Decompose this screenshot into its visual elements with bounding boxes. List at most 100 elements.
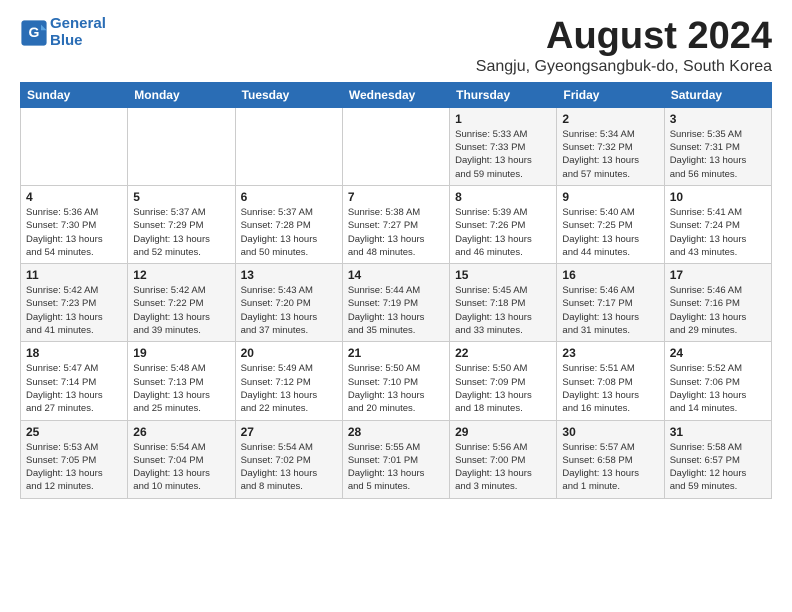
day-number: 22 [455, 346, 551, 360]
day-number: 12 [133, 268, 229, 282]
day-info: Sunrise: 5:39 AMSunset: 7:26 PMDaylight:… [455, 206, 551, 259]
day-number: 28 [348, 425, 444, 439]
day-info: Sunrise: 5:34 AMSunset: 7:32 PMDaylight:… [562, 128, 658, 181]
logo-line1: General [50, 15, 106, 32]
calendar-week-1: 1Sunrise: 5:33 AMSunset: 7:33 PMDaylight… [21, 107, 772, 185]
day-info: Sunrise: 5:42 AMSunset: 7:23 PMDaylight:… [26, 284, 122, 337]
day-number: 27 [241, 425, 337, 439]
table-row: 10Sunrise: 5:41 AMSunset: 7:24 PMDayligh… [664, 185, 771, 263]
day-info: Sunrise: 5:57 AMSunset: 6:58 PMDaylight:… [562, 441, 658, 494]
logo-line2: Blue [50, 32, 83, 49]
day-number: 31 [670, 425, 766, 439]
day-number: 4 [26, 190, 122, 204]
day-info: Sunrise: 5:52 AMSunset: 7:06 PMDaylight:… [670, 362, 766, 415]
calendar-week-2: 4 Sunrise: 5:36 AMSunset: 7:30 PMDaylight… [21, 185, 772, 263]
table-row: 3 Sunrise: 5:35 AMSunset: 7:31 PMDaylight… [664, 107, 771, 185]
table-row: 18Sunrise: 5:47 AMSunset: 7:14 PMDayligh… [21, 342, 128, 420]
day-info: Sunrise: 5:44 AMSunset: 7:19 PMDaylight:… [348, 284, 444, 337]
day-info: Sunrise: 5:53 AMSunset: 7:05 PMDaylight:… [26, 441, 122, 494]
table-row [342, 107, 449, 185]
table-row: 29Sunrise: 5:56 AMSunset: 7:00 PMDayligh… [450, 420, 557, 498]
day-info: Sunrise: 5:33 AMSunset: 7:33 PMDaylight:… [455, 128, 551, 181]
day-info: Sunrise: 5:40 AMSunset: 7:25 PMDaylight:… [562, 206, 658, 259]
day-info: Sunrise: 5:51 AMSunset: 7:08 PMDaylight:… [562, 362, 658, 415]
day-number: 20 [241, 346, 337, 360]
day-info: Sunrise: 5:35 AMSunset: 7:31 PMDaylight:… [670, 128, 766, 181]
col-sunday: Sunday [21, 82, 128, 107]
table-row [128, 107, 235, 185]
col-wednesday: Wednesday [342, 82, 449, 107]
table-row: 24 Sunrise: 5:52 AMSunset: 7:06 PMDayligh… [664, 342, 771, 420]
table-row: 8 Sunrise: 5:39 AMSunset: 7:26 PMDaylight… [450, 185, 557, 263]
table-row: 25 Sunrise: 5:53 AMSunset: 7:05 PMDayligh… [21, 420, 128, 498]
day-info: Sunrise: 5:36 AMSunset: 7:30 PMDaylight:… [26, 206, 122, 259]
day-number: 5 [133, 190, 229, 204]
logo: G General Blue [20, 16, 106, 49]
day-number: 17 [670, 268, 766, 282]
day-info: Sunrise: 5:45 AMSunset: 7:18 PMDaylight:… [455, 284, 551, 337]
day-info: Sunrise: 5:47 AMSunset: 7:14 PMDaylight:… [26, 362, 122, 415]
day-info: Sunrise: 5:37 AMSunset: 7:28 PMDaylight:… [241, 206, 337, 259]
day-number: 21 [348, 346, 444, 360]
svg-text:G: G [29, 24, 40, 40]
day-info: Sunrise: 5:42 AMSunset: 7:22 PMDaylight:… [133, 284, 229, 337]
table-row: 15 Sunrise: 5:45 AMSunset: 7:18 PMDayligh… [450, 264, 557, 342]
day-info: Sunrise: 5:48 AMSunset: 7:13 PMDaylight:… [133, 362, 229, 415]
table-row: 2 Sunrise: 5:34 AMSunset: 7:32 PMDaylight… [557, 107, 664, 185]
title-block: August 2024 Sangju, Gyeongsangbuk-do, So… [476, 16, 772, 76]
day-number: 10 [670, 190, 766, 204]
table-row: 26Sunrise: 5:54 AMSunset: 7:04 PMDayligh… [128, 420, 235, 498]
day-info: Sunrise: 5:54 AMSunset: 7:02 PMDaylight:… [241, 441, 337, 494]
day-info: Sunrise: 5:46 AMSunset: 7:16 PMDaylight:… [670, 284, 766, 337]
day-number: 9 [562, 190, 658, 204]
calendar-week-3: 11Sunrise: 5:42 AMSunset: 7:23 PMDayligh… [21, 264, 772, 342]
calendar-week-4: 18Sunrise: 5:47 AMSunset: 7:14 PMDayligh… [21, 342, 772, 420]
day-number: 19 [133, 346, 229, 360]
day-number: 30 [562, 425, 658, 439]
day-number: 3 [670, 112, 766, 126]
day-info: Sunrise: 5:43 AMSunset: 7:20 PMDaylight:… [241, 284, 337, 337]
table-row: 27 Sunrise: 5:54 AMSunset: 7:02 PMDayligh… [235, 420, 342, 498]
table-row: 23 Sunrise: 5:51 AMSunset: 7:08 PMDayligh… [557, 342, 664, 420]
day-number: 7 [348, 190, 444, 204]
day-number: 2 [562, 112, 658, 126]
table-row: 1Sunrise: 5:33 AMSunset: 7:33 PMDaylight… [450, 107, 557, 185]
col-monday: Monday [128, 82, 235, 107]
table-row: 19 Sunrise: 5:48 AMSunset: 7:13 PMDayligh… [128, 342, 235, 420]
table-row: 7 Sunrise: 5:38 AMSunset: 7:27 PMDaylight… [342, 185, 449, 263]
table-row: 28 Sunrise: 5:55 AMSunset: 7:01 PMDayligh… [342, 420, 449, 498]
table-row: 13 Sunrise: 5:43 AMSunset: 7:20 PMDayligh… [235, 264, 342, 342]
header: G General Blue August 2024 Sangju, Gyeon… [20, 16, 772, 76]
day-info: Sunrise: 5:50 AMSunset: 7:10 PMDaylight:… [348, 362, 444, 415]
day-info: Sunrise: 5:55 AMSunset: 7:01 PMDaylight:… [348, 441, 444, 494]
table-row: 12 Sunrise: 5:42 AMSunset: 7:22 PMDayligh… [128, 264, 235, 342]
day-number: 23 [562, 346, 658, 360]
calendar-week-5: 25 Sunrise: 5:53 AMSunset: 7:05 PMDayligh… [21, 420, 772, 498]
day-number: 16 [562, 268, 658, 282]
logo-icon: G [20, 19, 48, 47]
table-row: 17 Sunrise: 5:46 AMSunset: 7:16 PMDayligh… [664, 264, 771, 342]
day-number: 6 [241, 190, 337, 204]
table-row [235, 107, 342, 185]
day-number: 14 [348, 268, 444, 282]
table-row: 5 Sunrise: 5:37 AMSunset: 7:29 PMDaylight… [128, 185, 235, 263]
table-row: 9 Sunrise: 5:40 AMSunset: 7:25 PMDaylight… [557, 185, 664, 263]
day-info: Sunrise: 5:54 AMSunset: 7:04 PMDaylight:… [133, 441, 229, 494]
day-number: 24 [670, 346, 766, 360]
month-title: August 2024 [476, 16, 772, 58]
table-row: 21 Sunrise: 5:50 AMSunset: 7:10 PMDayligh… [342, 342, 449, 420]
calendar-header-row: Sunday Monday Tuesday Wednesday Thursday… [21, 82, 772, 107]
day-number: 25 [26, 425, 122, 439]
page: G General Blue August 2024 Sangju, Gyeon… [0, 0, 792, 509]
day-number: 15 [455, 268, 551, 282]
day-info: Sunrise: 5:37 AMSunset: 7:29 PMDaylight:… [133, 206, 229, 259]
day-number: 8 [455, 190, 551, 204]
table-row: 20Sunrise: 5:49 AMSunset: 7:12 PMDayligh… [235, 342, 342, 420]
table-row: 14 Sunrise: 5:44 AMSunset: 7:19 PMDayligh… [342, 264, 449, 342]
day-info: Sunrise: 5:38 AMSunset: 7:27 PMDaylight:… [348, 206, 444, 259]
table-row: 6 Sunrise: 5:37 AMSunset: 7:28 PMDaylight… [235, 185, 342, 263]
calendar: Sunday Monday Tuesday Wednesday Thursday… [20, 82, 772, 499]
day-number: 13 [241, 268, 337, 282]
table-row: 22Sunrise: 5:50 AMSunset: 7:09 PMDayligh… [450, 342, 557, 420]
col-saturday: Saturday [664, 82, 771, 107]
